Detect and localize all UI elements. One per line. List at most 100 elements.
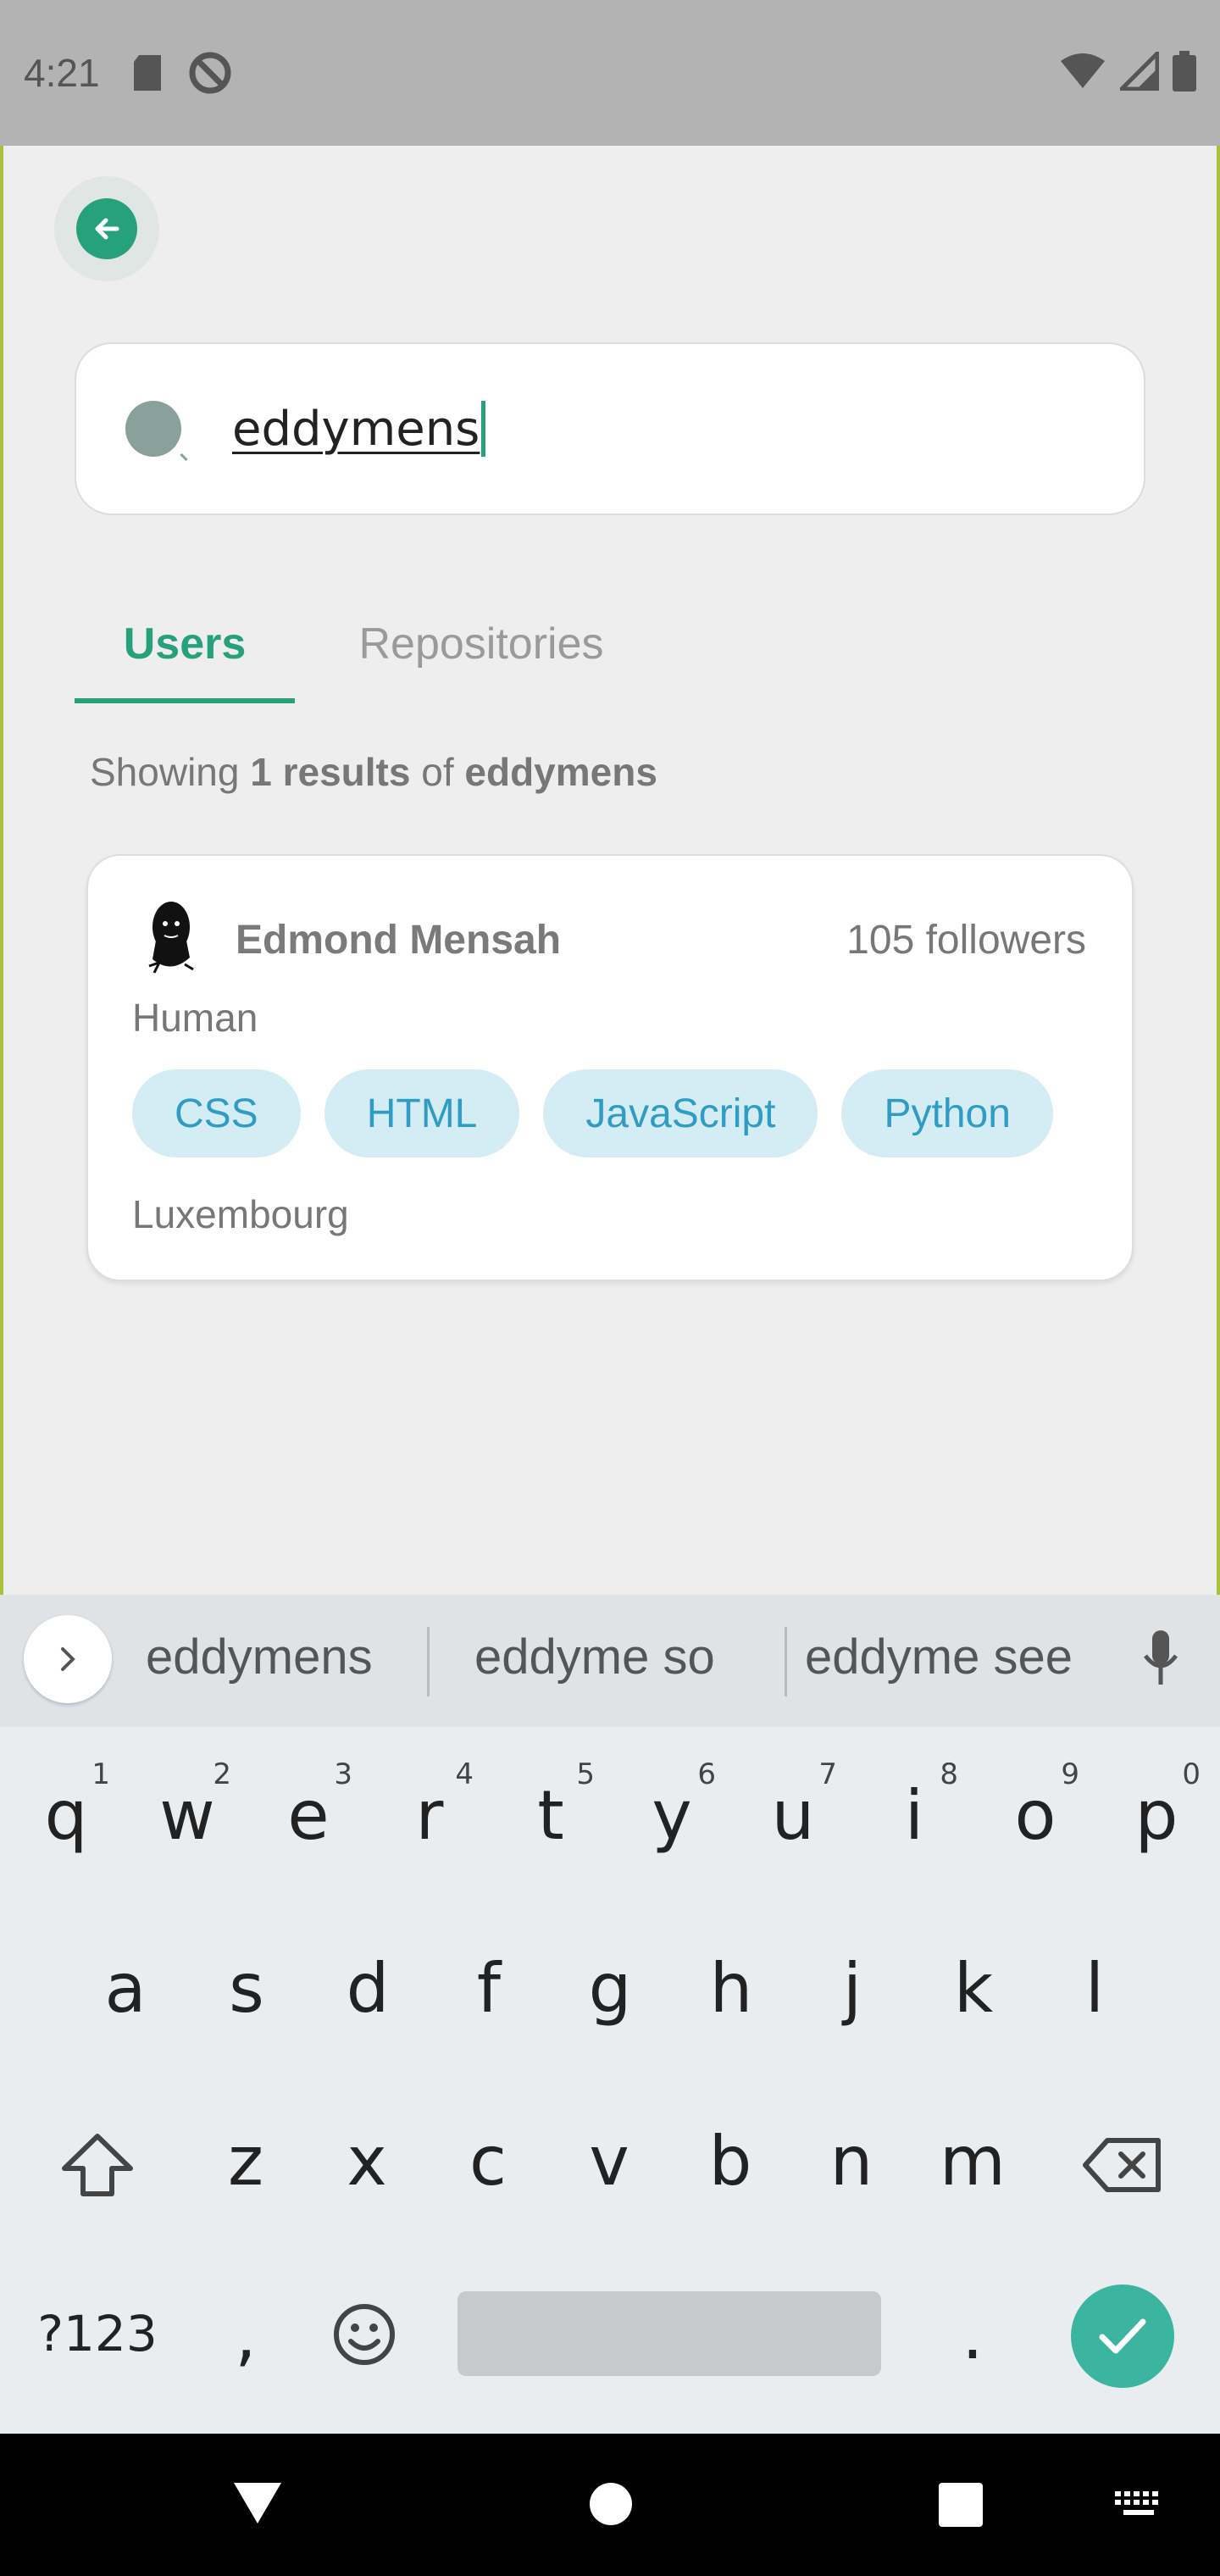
search-box[interactable]: eddymens: [75, 342, 1145, 515]
key-hint: 7: [818, 1757, 837, 1791]
key-label: d: [346, 1948, 390, 2028]
key-hint: 6: [697, 1757, 716, 1791]
key-label: j: [842, 1948, 862, 2028]
key-j[interactable]: j: [801, 1929, 903, 2047]
key-e[interactable]: e3: [258, 1756, 359, 1874]
key-w[interactable]: w2: [136, 1756, 238, 1874]
key-b[interactable]: b: [679, 2101, 781, 2220]
key-m[interactable]: m: [922, 2101, 1023, 2220]
key-x[interactable]: x: [316, 2101, 418, 2220]
period-key[interactable]: .: [939, 2288, 1006, 2381]
tab-repositories[interactable]: Repositories: [337, 585, 625, 703]
status-bar: 4:21: [0, 0, 1220, 146]
key-label: k: [953, 1948, 994, 2028]
followers-count: 105 followers: [846, 918, 1086, 963]
key-label: x: [347, 2121, 387, 2201]
key-t[interactable]: t5: [500, 1756, 602, 1874]
microphone-icon[interactable]: [1140, 1629, 1181, 1694]
key-v[interactable]: v: [558, 2101, 660, 2220]
emoji-key[interactable]: [322, 2288, 407, 2381]
key-h[interactable]: h: [680, 1929, 782, 2047]
key-label: b: [708, 2121, 752, 2201]
key-k[interactable]: k: [923, 1929, 1024, 2047]
key-label: n: [829, 2121, 873, 2201]
key-label: p: [1134, 1775, 1178, 1855]
search-icon: [125, 401, 181, 457]
key-a[interactable]: a: [75, 1929, 176, 2047]
results-count: 1 results: [250, 750, 411, 794]
shift-key[interactable]: [51, 2118, 144, 2212]
key-l[interactable]: l: [1044, 1929, 1145, 2047]
key-o[interactable]: o9: [984, 1756, 1086, 1874]
key-q[interactable]: q1: [15, 1756, 117, 1874]
key-label: l: [1084, 1948, 1105, 2028]
key-label: w: [159, 1775, 215, 1855]
key-label: f: [476, 1948, 502, 2028]
key-g[interactable]: g: [559, 1929, 661, 2047]
comma-key[interactable]: ,: [212, 2288, 280, 2381]
suggestion-divider: [427, 1627, 430, 1696]
back-button[interactable]: [54, 176, 159, 281]
key-label: z: [228, 2121, 263, 2201]
key-label: v: [589, 2121, 629, 2201]
key-hint: 4: [455, 1757, 474, 1791]
user-card[interactable]: Edmond Mensah 105 followers Human CSS HTM…: [86, 854, 1134, 1281]
key-label: o: [1014, 1775, 1056, 1855]
key-hint: 9: [1061, 1757, 1079, 1791]
signal-icon: [1116, 47, 1160, 95]
key-label: g: [588, 1948, 632, 2028]
results-prefix: Showing: [90, 750, 251, 794]
key-z[interactable]: z: [195, 2101, 297, 2220]
key-s[interactable]: s: [196, 1929, 297, 2047]
user-location: Luxembourg: [132, 1192, 349, 1236]
language-tag: HTML: [324, 1069, 520, 1158]
key-label: r: [415, 1775, 444, 1855]
key-hint: 1: [92, 1757, 110, 1791]
back-nav-icon[interactable]: [230, 2479, 285, 2531]
battery-icon: [1173, 50, 1196, 96]
tab-users[interactable]: Users: [75, 585, 295, 703]
recents-nav-icon[interactable]: [939, 2483, 983, 2531]
back-arrow-icon: [76, 198, 137, 259]
key-label: a: [104, 1948, 147, 2028]
key-u[interactable]: u7: [742, 1756, 844, 1874]
chevron-right-icon: [61, 1647, 75, 1671]
user-bio: Human: [132, 996, 258, 1040]
space-key[interactable]: [458, 2291, 881, 2376]
key-y[interactable]: y6: [621, 1756, 723, 1874]
backspace-icon: [1083, 2138, 1161, 2192]
key-p[interactable]: p0: [1106, 1756, 1207, 1874]
results-query: eddymens: [464, 750, 657, 794]
do-not-disturb-icon: [188, 51, 232, 95]
key-r[interactable]: r4: [379, 1756, 480, 1874]
key-label: u: [771, 1775, 815, 1855]
expand-suggestions-button[interactable]: [24, 1615, 112, 1703]
symbols-key[interactable]: ?123: [25, 2291, 169, 2376]
keyboard-switch-icon[interactable]: [1113, 2490, 1164, 2524]
suggestion-2[interactable]: eddyme so: [474, 1629, 715, 1685]
language-tag: JavaScript: [543, 1069, 818, 1158]
emoji-icon: [334, 2304, 395, 2365]
key-i[interactable]: i8: [863, 1756, 965, 1874]
results-middle: of: [410, 750, 465, 794]
key-label: q: [44, 1775, 88, 1855]
suggestion-1[interactable]: eddymens: [146, 1629, 373, 1685]
key-d[interactable]: d: [317, 1929, 419, 2047]
suggestion-bar: eddymens eddyme so eddyme see: [0, 1595, 1220, 1727]
suggestion-3[interactable]: eddyme see: [805, 1629, 1073, 1685]
key-hint: 2: [213, 1757, 231, 1791]
shift-icon: [62, 2134, 133, 2196]
enter-key[interactable]: [1071, 2285, 1174, 2388]
home-nav-icon[interactable]: [588, 2481, 634, 2531]
key-n[interactable]: n: [801, 2101, 902, 2220]
wifi-icon: [1059, 53, 1106, 94]
key-f[interactable]: f: [438, 1929, 540, 2047]
checkmark-icon: [1099, 2318, 1146, 2354]
search-input[interactable]: eddymens: [232, 402, 480, 457]
backspace-key[interactable]: [1076, 2118, 1169, 2212]
key-c[interactable]: c: [437, 2101, 539, 2220]
navigation-bar: [0, 2434, 1220, 2576]
tab-bar: Users Repositories: [75, 585, 1145, 703]
key-label: m: [940, 2121, 1006, 2201]
language-tag: CSS: [132, 1069, 301, 1158]
